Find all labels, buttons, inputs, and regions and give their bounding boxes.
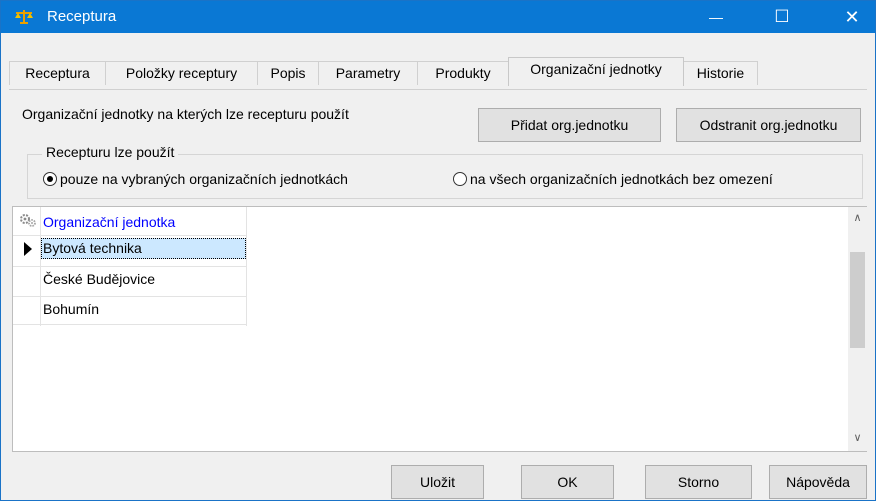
close-button[interactable]: ✕: [829, 1, 875, 33]
cancel-button[interactable]: Storno: [645, 465, 752, 499]
receptura-window: Receptura — ☐ ✕ Receptura Položky recept…: [0, 0, 876, 501]
gears-icon: [20, 214, 36, 227]
window-title: Receptura: [47, 8, 117, 25]
tab-parametry[interactable]: Parametry: [318, 61, 418, 85]
panel-description: Organizační jednotky na kterých lze rece…: [22, 106, 349, 122]
cell-org-unit: Bytová technika: [43, 240, 142, 256]
maximize-icon: ☐: [774, 7, 790, 26]
radio-all-units[interactable]: na všech organizačních jednotkách bez om…: [453, 171, 773, 187]
save-button[interactable]: Uložit: [391, 465, 484, 499]
radio-all-units-label: na všech organizačních jednotkách bez om…: [470, 171, 773, 187]
tab-polozky-receptury[interactable]: Položky receptury: [105, 61, 258, 85]
tab-popis[interactable]: Popis: [257, 61, 319, 85]
remove-org-unit-button[interactable]: Odstranit org.jednotku: [676, 108, 861, 142]
tab-divider: [9, 89, 867, 90]
radio-selected-units[interactable]: pouze na vybraných organizačních jednotk…: [43, 171, 348, 187]
table-row[interactable]: České Budějovice: [13, 266, 247, 292]
cell-org-unit: České Budějovice: [43, 271, 156, 287]
radio-selected-units-label: pouze na vybraných organizačních jednotk…: [60, 171, 348, 187]
close-icon: ✕: [844, 6, 860, 27]
maximize-button[interactable]: ☐: [759, 1, 805, 33]
scroll-down-icon[interactable]: ∨: [848, 430, 867, 447]
row-bottom-border: [13, 324, 247, 326]
add-org-unit-button[interactable]: Přidat org.jednotku: [478, 108, 661, 142]
cell-org-unit: Bohumín: [43, 301, 100, 317]
usage-group-label: Recepturu lze použít: [42, 144, 179, 160]
help-button[interactable]: Nápověda: [769, 465, 867, 499]
column-header-org-unit[interactable]: Organizační jednotka: [43, 214, 175, 230]
row-pointer-icon: [24, 242, 32, 256]
scroll-thumb[interactable]: [850, 252, 865, 348]
org-units-grid[interactable]: Organizační jednotka Bytová technika Čes…: [12, 206, 867, 452]
tab-historie[interactable]: Historie: [683, 61, 758, 85]
title-bar: Receptura — ☐ ✕: [1, 1, 875, 33]
table-row[interactable]: Bytová technika: [13, 235, 247, 261]
minimize-button[interactable]: —: [693, 1, 739, 33]
tab-produkty[interactable]: Produkty: [417, 61, 509, 85]
radio-checked-icon: [43, 172, 57, 186]
scales-icon: [15, 10, 33, 24]
ok-button[interactable]: OK: [521, 465, 614, 499]
scroll-up-icon[interactable]: ∧: [848, 210, 867, 227]
table-row[interactable]: Bohumín: [13, 296, 247, 322]
tab-strip: Receptura Položky receptury Popis Parame…: [1, 33, 875, 89]
radio-unchecked-icon: [453, 172, 467, 186]
minimize-icon: —: [709, 9, 723, 25]
vertical-scrollbar[interactable]: ∧ ∨: [848, 207, 867, 451]
tab-organizacni-jednotky[interactable]: Organizační jednotky: [508, 57, 684, 86]
tab-receptura[interactable]: Receptura: [9, 61, 106, 85]
